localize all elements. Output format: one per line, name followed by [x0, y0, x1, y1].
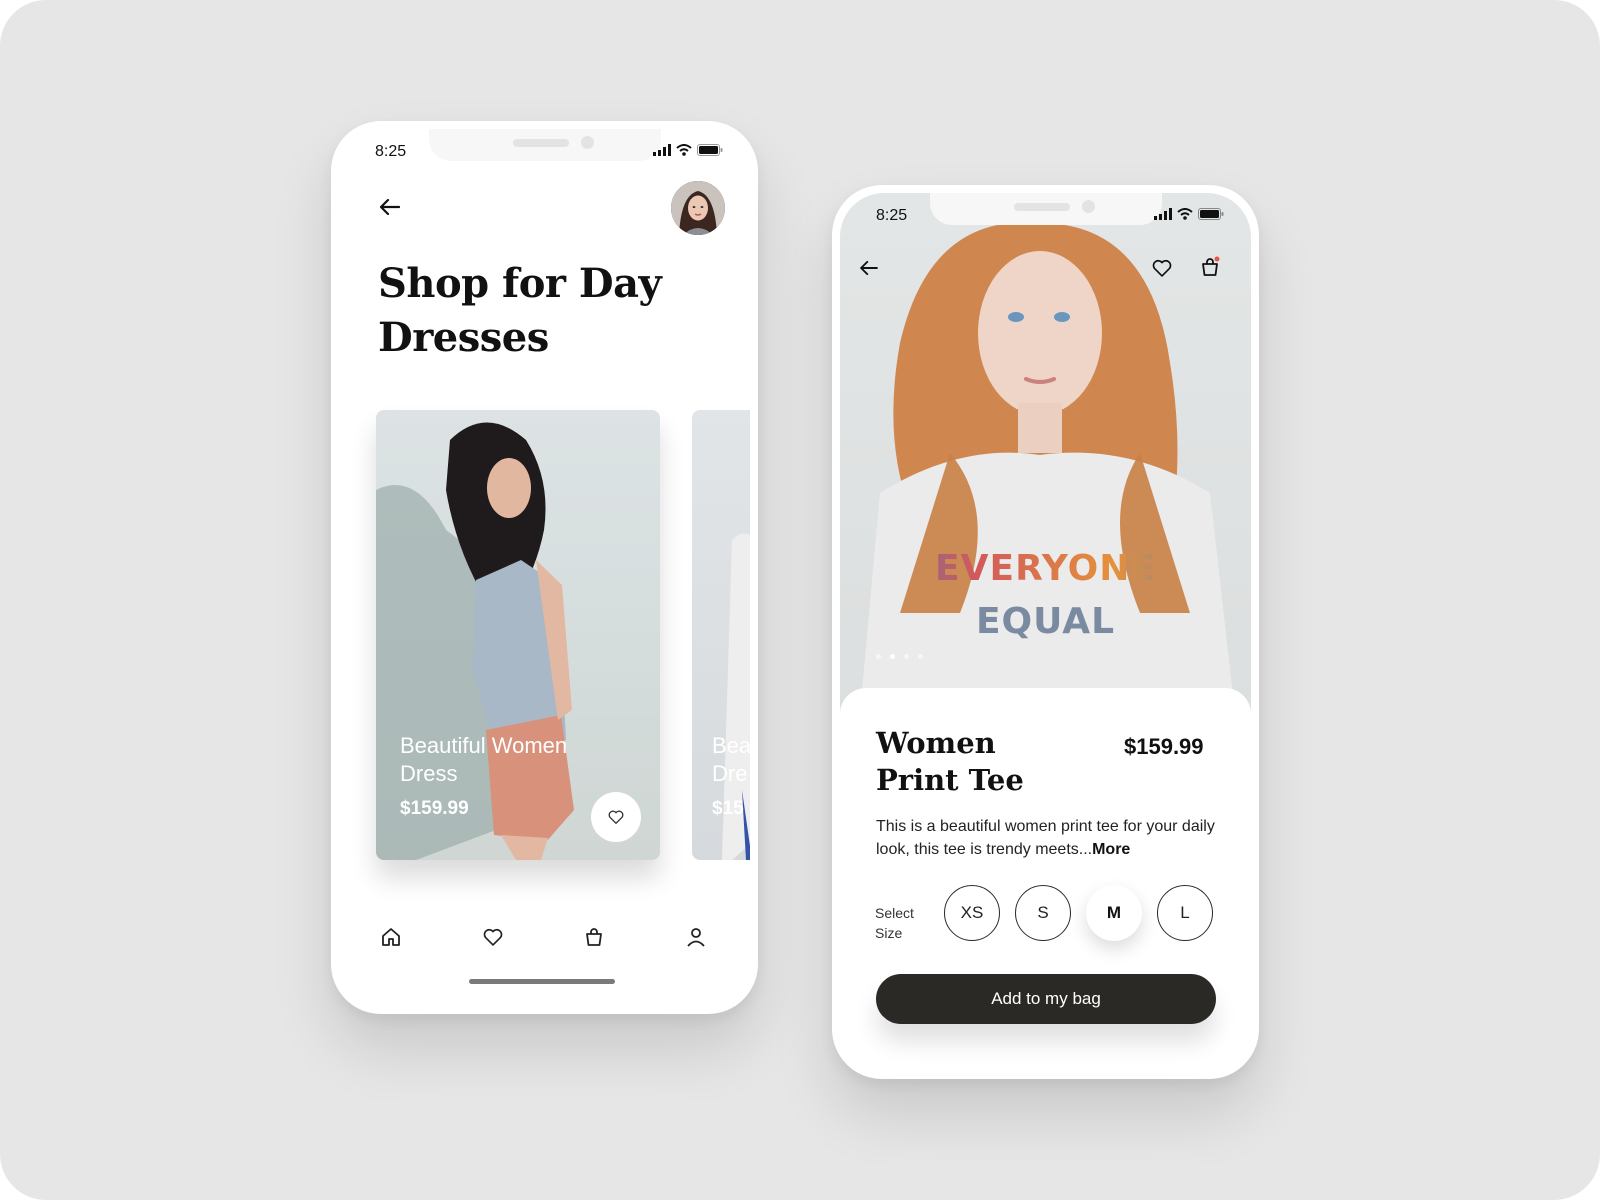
shirt-print-line2: EQUAL	[975, 601, 1116, 642]
product-photo-next	[722, 533, 750, 860]
detail-screen: EVERYONE EQUAL 8:25 Women Print Tee $159…	[840, 193, 1251, 1071]
tab-profile[interactable]	[676, 917, 716, 957]
heart-icon	[1152, 259, 1172, 277]
size-option-s[interactable]: S	[1015, 885, 1071, 941]
status-time: 8:25	[876, 207, 908, 224]
battery-icon	[1198, 208, 1224, 220]
signal-icon	[653, 144, 671, 156]
avatar-portrait	[671, 181, 725, 235]
image-pager[interactable]	[876, 654, 923, 659]
size-option-l[interactable]: L	[1157, 885, 1213, 941]
tab-bar	[339, 917, 750, 957]
page-title: Shop for Day Dresses	[378, 260, 662, 361]
battery-icon	[697, 144, 723, 156]
add-to-bag-button[interactable]: Add to my bag	[876, 974, 1216, 1024]
description-text: This is a beautiful women print tee for …	[876, 818, 1215, 858]
status-time: 8:25	[375, 143, 407, 160]
size-label: Select Size	[875, 905, 914, 941]
front-camera	[580, 136, 594, 149]
wifi-icon	[676, 144, 692, 156]
phone-notch	[428, 129, 661, 161]
product-name: Beautiful Women Dress	[400, 733, 568, 786]
product-name-next: Bea Dre	[712, 733, 750, 786]
phone-product-list: 8:25 Shop for Day Dresses Beautiful Wome…	[331, 121, 758, 1014]
product-card-next[interactable]: Bea Dre $15	[692, 410, 750, 860]
list-screen: 8:25 Shop for Day Dresses Beautiful Wome…	[339, 129, 750, 1006]
home-indicator	[469, 979, 615, 984]
wishlist-button[interactable]	[1147, 253, 1177, 283]
heart-icon	[608, 810, 624, 824]
signal-icon	[1154, 208, 1172, 220]
user-icon	[687, 928, 705, 947]
cart-button[interactable]	[1195, 251, 1225, 281]
pager-dot[interactable]	[904, 654, 909, 659]
product-hero-image: EVERYONE EQUAL	[840, 193, 1251, 713]
product-description: This is a beautiful women print tee for …	[876, 815, 1216, 861]
phone-notch	[929, 193, 1162, 225]
tab-favorites[interactable]	[473, 917, 513, 957]
back-button[interactable]	[375, 192, 405, 222]
favorite-button[interactable]	[591, 792, 641, 842]
pager-dot[interactable]	[918, 654, 923, 659]
shirt-print-line1: EVERYONE	[840, 548, 1251, 589]
tab-bag[interactable]	[574, 917, 614, 957]
arrow-left-icon	[860, 261, 878, 275]
home-icon	[382, 928, 400, 946]
speaker-grille	[1013, 203, 1070, 211]
heart-icon	[483, 928, 503, 946]
product-detail-sheet: Women Print Tee $159.99 This is a beauti…	[840, 688, 1251, 1071]
bag-icon	[1202, 256, 1220, 276]
product-name: Women Print Tee	[876, 726, 1024, 797]
wifi-icon	[1177, 208, 1193, 220]
front-camera	[1081, 200, 1095, 213]
product-price: $159.99	[1124, 734, 1204, 759]
mockup-canvas: 8:25 Shop for Day Dresses Beautiful Wome…	[0, 0, 1600, 1200]
bag-icon	[586, 928, 602, 946]
avatar[interactable]	[671, 181, 725, 235]
tab-home[interactable]	[371, 917, 411, 957]
pager-dot[interactable]	[876, 654, 881, 659]
status-icons	[1154, 208, 1224, 220]
more-link[interactable]: More	[1092, 841, 1130, 858]
arrow-left-icon	[380, 199, 400, 215]
product-card[interactable]: Beautiful Women Dress $159.99	[376, 410, 660, 860]
product-price-next: $15	[712, 798, 744, 819]
phone-product-detail: EVERYONE EQUAL 8:25 Women Print Tee $159…	[832, 185, 1259, 1079]
back-button[interactable]	[854, 253, 884, 283]
speaker-grille	[512, 139, 569, 147]
status-icons	[653, 144, 723, 156]
size-option-m[interactable]: M	[1086, 885, 1142, 941]
size-option-xs[interactable]: XS	[944, 885, 1000, 941]
pager-dot-active[interactable]	[890, 654, 895, 659]
product-price: $159.99	[400, 798, 469, 819]
